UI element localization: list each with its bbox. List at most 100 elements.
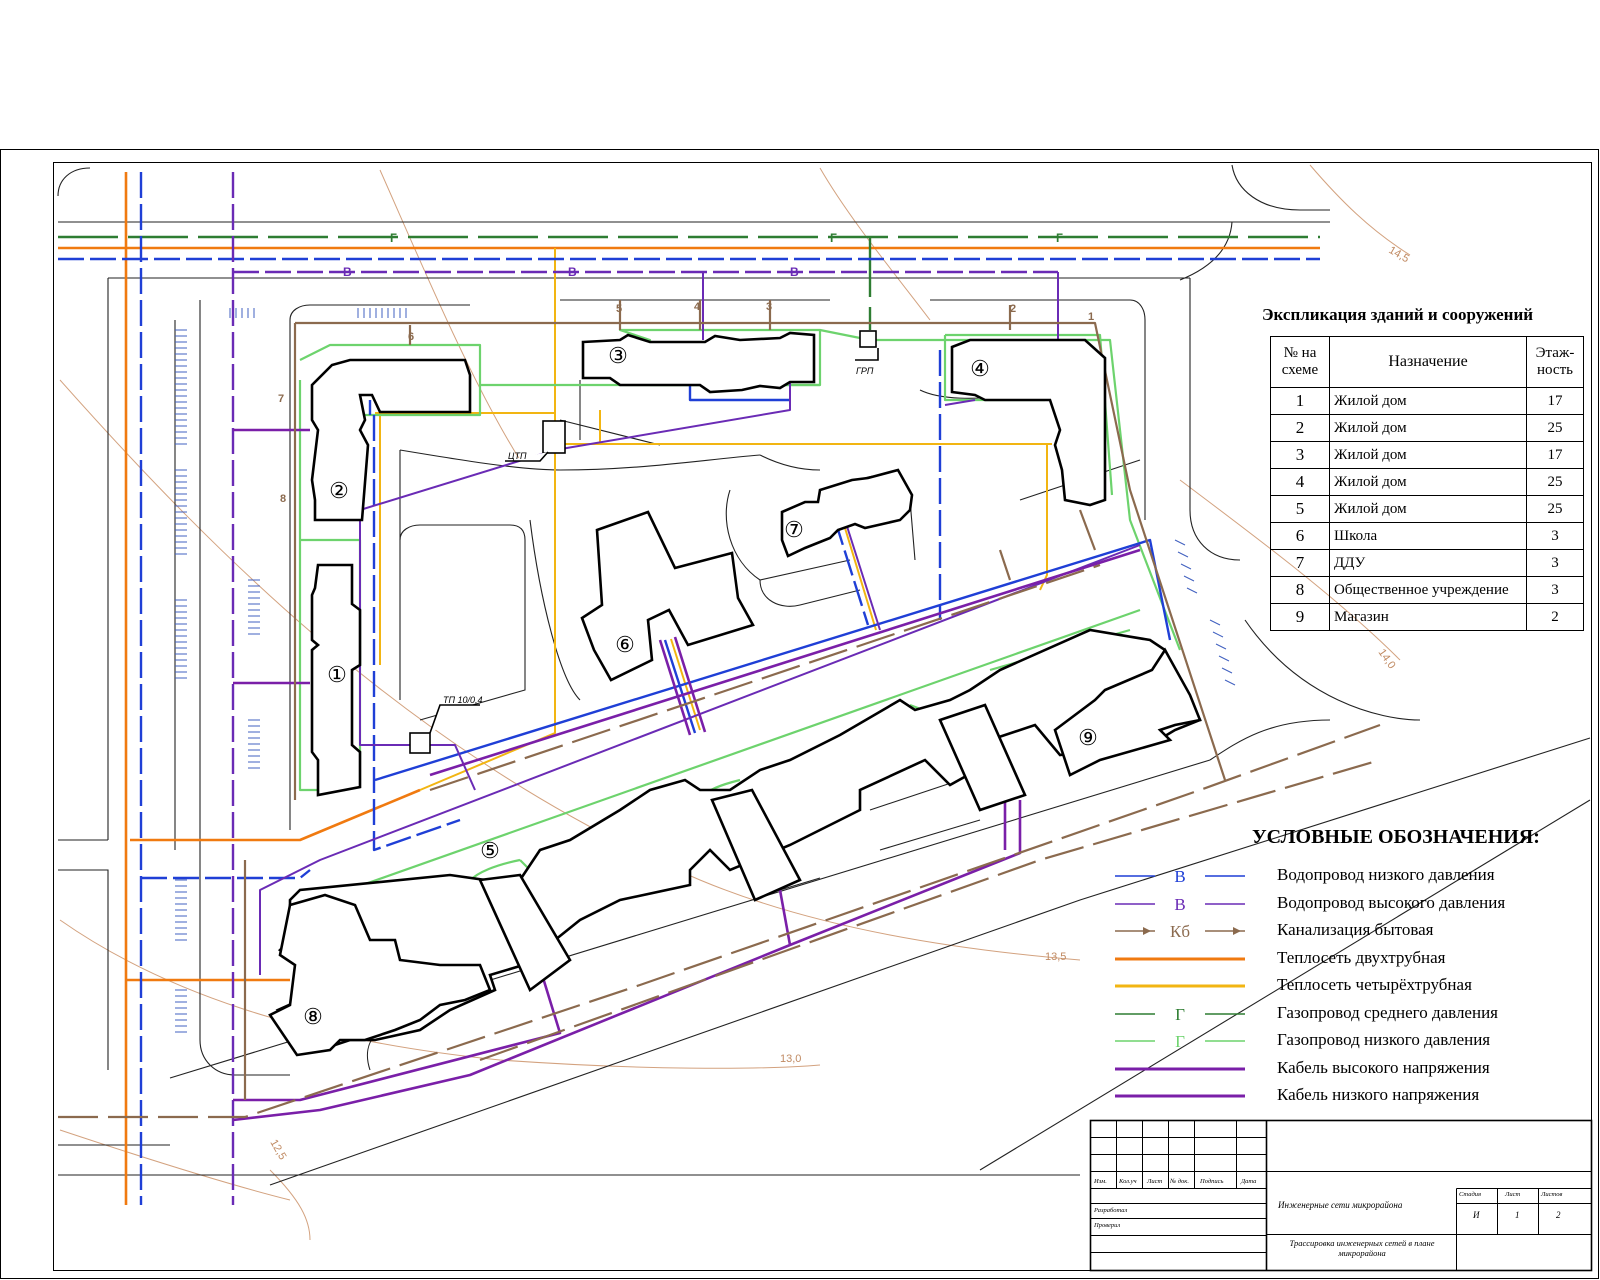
sewer-well-number: 2 bbox=[1010, 303, 1016, 315]
contour-line bbox=[269, 1169, 311, 1241]
sewer-well-number: 6 bbox=[408, 331, 414, 343]
row-number: 2 bbox=[1270, 414, 1330, 442]
legend-label: Газопровод низкого давления bbox=[1277, 1030, 1491, 1049]
legend-label: Кабель низкого напряжения bbox=[1277, 1085, 1480, 1104]
row-number: 3 bbox=[1270, 441, 1330, 469]
sheet-title: Трассировка инженерных сетей в плане мик… bbox=[1289, 1238, 1435, 1258]
legend-label: Водопровод низкого давления bbox=[1277, 865, 1495, 884]
stage-value: И bbox=[1473, 1210, 1480, 1220]
contour-label: 13,5 bbox=[1045, 951, 1066, 963]
legend-item: Теплосеть двухтрубная bbox=[1115, 945, 1555, 973]
legend-line-sample: В bbox=[1115, 895, 1245, 914]
tb-col-label: № док. bbox=[1170, 1178, 1189, 1185]
row-number: 9 bbox=[1270, 603, 1330, 631]
sewer-well-number: 1 bbox=[1088, 311, 1094, 323]
tb-col-label: Изм. bbox=[1094, 1178, 1107, 1185]
legend-item: Теплосеть четырёхтрубная bbox=[1115, 972, 1555, 1000]
heating-point-label: ЦТП bbox=[508, 451, 527, 461]
legend-label: Теплосеть четырёхтрубная bbox=[1277, 975, 1472, 994]
legend-item: В Водопровод высокого давления bbox=[1115, 890, 1555, 918]
row-floors: 25 bbox=[1526, 468, 1584, 496]
legend-line-sample bbox=[1115, 957, 1245, 960]
row-floors: 17 bbox=[1526, 387, 1584, 415]
row-floors: 3 bbox=[1526, 522, 1584, 550]
legend-item: Кб Канализация бытовая bbox=[1115, 917, 1555, 945]
explication-body: 1 Жилой дом 17 2 Жилой дом 25 3 Жилой дом 17 4 Жил… bbox=[1270, 387, 1584, 631]
parking-stall-row bbox=[175, 989, 187, 1033]
legend-symbol: Г bbox=[1175, 1005, 1185, 1024]
transformer-label: ТП 10/0,4 bbox=[443, 695, 483, 705]
sewer-well-number: 7 bbox=[278, 393, 284, 405]
legend-line-sample bbox=[1115, 1094, 1245, 1098]
legend-item: Г Газопровод среднего давления bbox=[1115, 1000, 1555, 1028]
title-block-cols bbox=[1456, 1188, 1539, 1271]
curb-line bbox=[399, 524, 526, 721]
building-number: ⑤ bbox=[480, 838, 500, 863]
curb-line bbox=[759, 454, 821, 471]
row-purpose: Жилой дом bbox=[1329, 414, 1527, 442]
header-floors: Этаж-ность bbox=[1526, 336, 1584, 388]
building-number: ① bbox=[327, 662, 347, 687]
legend-item: Кабель низкого напряжения bbox=[1115, 1082, 1555, 1110]
curb-line bbox=[759, 579, 861, 607]
row-purpose: ДДУ bbox=[1329, 549, 1527, 577]
legend-line-sample bbox=[1115, 1067, 1245, 1070]
row-floors: 25 bbox=[1526, 414, 1584, 442]
water-symbol: В bbox=[790, 265, 799, 279]
gas-symbol: Г bbox=[390, 231, 397, 245]
row-floors: 25 bbox=[1526, 495, 1584, 523]
gas-point-box bbox=[859, 330, 877, 348]
stage-label: Стадия bbox=[1459, 1191, 1482, 1198]
sewer-well-number: 5 bbox=[616, 303, 622, 315]
building-number: ③ bbox=[608, 343, 628, 368]
explication-row: 1 Жилой дом 17 bbox=[1270, 387, 1584, 415]
explication-row: 2 Жилой дом 25 bbox=[1270, 414, 1584, 442]
building-number: ② bbox=[329, 478, 349, 503]
heating-line bbox=[1039, 444, 1048, 591]
row-number: 5 bbox=[1270, 495, 1330, 523]
legend-title: УСЛОВНЫЕ ОБОЗНАЧЕНИЯ: bbox=[1252, 826, 1540, 848]
building-number: ⑧ bbox=[303, 1004, 323, 1029]
parking-stall-row bbox=[357, 308, 407, 318]
parking-stall-row bbox=[1174, 539, 1236, 686]
parking-stall-row bbox=[175, 599, 187, 679]
transformer-box bbox=[409, 732, 431, 754]
building-6 bbox=[580, 510, 755, 682]
leader-line bbox=[855, 348, 879, 361]
row-purpose: Жилой дом bbox=[1329, 387, 1527, 415]
legend-symbol: В bbox=[1174, 867, 1185, 886]
heating-point-box bbox=[542, 420, 566, 454]
sewer-well-number: 3 bbox=[766, 301, 772, 313]
explication-row: 3 Жилой дом 17 bbox=[1270, 441, 1584, 469]
explication-row: 4 Жилой дом 25 bbox=[1270, 468, 1584, 496]
explication-table: № на схеме Назначение Этаж-ность 1 Жилой … bbox=[1270, 336, 1584, 631]
sheet-value: 1 bbox=[1515, 1210, 1520, 1220]
legend-item: В Водопровод низкого давления bbox=[1115, 862, 1555, 890]
water-branch bbox=[833, 519, 870, 626]
header-purpose: Назначение bbox=[1329, 336, 1527, 388]
curb-line bbox=[57, 167, 91, 197]
curb-line bbox=[1209, 719, 1331, 761]
legend-line-sample: Г bbox=[1115, 1005, 1245, 1024]
legend-item: Кабель высокого напряжения bbox=[1115, 1055, 1555, 1083]
checker-label: Проверил bbox=[1094, 1222, 1121, 1229]
row-purpose: Общественное учреждение bbox=[1329, 576, 1527, 604]
water-branch bbox=[844, 519, 881, 631]
legend-label: Газопровод среднего давления bbox=[1277, 1002, 1498, 1022]
contour-label: 12,5 bbox=[267, 1138, 288, 1163]
explication-row: 8 Общественное учреждение 3 bbox=[1270, 576, 1584, 604]
header-num: № на схеме bbox=[1270, 336, 1330, 388]
water-symbol: В bbox=[568, 265, 577, 279]
row-floors: 3 bbox=[1526, 576, 1584, 604]
row-floors: 17 bbox=[1526, 441, 1584, 469]
row-number: 6 bbox=[1270, 522, 1330, 550]
gas-symbol: Г bbox=[830, 231, 837, 245]
row-number: 1 bbox=[1270, 387, 1330, 415]
building-number: ⑨ bbox=[1078, 725, 1098, 750]
legend-symbol: Г bbox=[1175, 1032, 1185, 1051]
legend-line-sample: Г bbox=[1115, 1032, 1245, 1051]
row-purpose: Жилой дом bbox=[1329, 468, 1527, 496]
legend: В Водопровод низкого давления В Водопровод … bbox=[1115, 862, 1555, 1110]
sheet-label: Лист bbox=[1505, 1191, 1521, 1198]
water-high-pressure-lines bbox=[231, 172, 1058, 1205]
